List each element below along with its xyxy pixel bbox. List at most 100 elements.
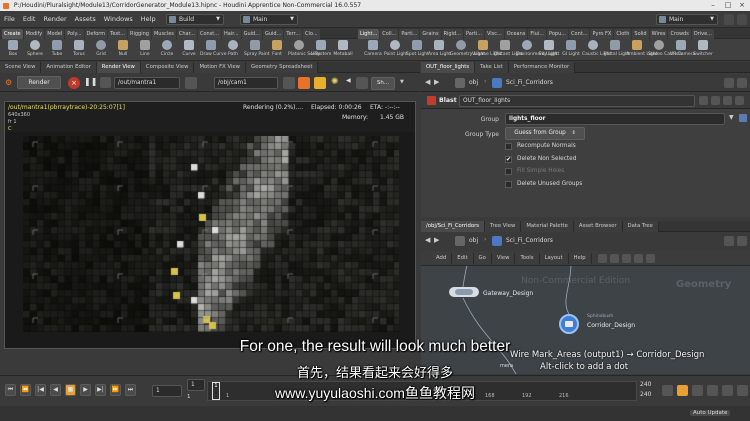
path-network[interactable]: Sci_Fi_Corridors [506,79,553,86]
shelf_right-tab-7[interactable]: Oceans [504,29,528,39]
tab-tree-view[interactable]: Tree View [485,220,522,232]
shelf_left-tool-1[interactable]: Sphere [24,40,46,60]
back-arrow-icon[interactable]: ◀ [425,236,430,244]
pause-icon[interactable]: ❚❚ [84,77,97,86]
info-icon[interactable] [723,96,732,105]
net-menu-help[interactable]: Help [568,252,592,264]
tab-asset-browser[interactable]: Asset Browser [573,220,623,232]
auto-update-button[interactable]: Auto Update [690,410,731,416]
render-button[interactable]: Render [17,76,61,89]
shelf_left-tab-14[interactable]: Clo... [303,29,320,39]
shelf_left-tab-3[interactable]: Poly... [65,29,84,39]
snapshot-button[interactable]: Sh... [371,77,395,90]
shelf_left-tab-8[interactable]: Char... [176,29,197,39]
group-menu-icon[interactable]: ▼ [729,114,734,121]
shelf_right-tab-10[interactable]: Cont... [569,29,590,39]
net-menu-edit[interactable]: Edit [452,252,474,264]
net-menu-add[interactable]: Add [431,252,453,264]
menu-edit[interactable]: Edit [19,11,40,28]
shelf_left-tab-0[interactable]: Create [2,29,23,39]
shelf_right-tab-12[interactable]: Cloth [614,29,632,39]
close-icon[interactable]: × [735,0,749,11]
light-icon[interactable]: ✺ [331,77,339,87]
group-type-dropdown[interactable]: Guess from Group ⇕ [505,127,585,140]
forward-arrow-icon[interactable]: ▶ [434,236,439,244]
chevron-down-icon[interactable]: ▼ [400,79,404,85]
menu-help[interactable]: Help [137,11,160,28]
net-tool-icon-1[interactable] [597,253,607,263]
pane-menu-icon[interactable] [737,78,747,88]
tab-composite-view[interactable]: Composite View [140,61,195,73]
desktop-dropdown-right[interactable]: Main ▼ [656,14,718,25]
tab-material-palette[interactable]: Material Palette [521,220,574,232]
select-group-icon[interactable] [739,114,747,122]
net-menu-layout[interactable]: Layout [539,252,569,264]
shelf_right-tool-12[interactable]: Ambient Light [626,40,658,60]
net-tool-icon-3[interactable] [621,253,631,263]
menu-assets[interactable]: Assets [71,11,100,28]
menu-windows[interactable]: Windows [100,11,137,28]
camera-path-field[interactable]: /obj/cam1 [214,77,278,89]
shelf_left-tab-9[interactable]: Const... [197,29,222,39]
shelf_right-tool-0[interactable]: Camera [362,40,384,60]
shelf_right-tool-13[interactable]: Stereo Camera [648,40,682,60]
back-arrow-icon[interactable]: ◀ [425,78,430,86]
minimize-icon[interactable]: – [706,0,720,11]
shelf_left-tab-5[interactable]: Text... [108,29,128,39]
desktop-dropdown-build[interactable]: Build ▼ [166,14,224,25]
shelf_left-tab-6[interactable]: Rigging [128,29,151,39]
preview-toggle-icon[interactable] [298,77,310,89]
shelf_right-tool-3[interactable]: Area Light [428,40,451,60]
shelf_left-tab-10[interactable]: Hair... [222,29,241,39]
shelf_right-tool-6[interactable]: Distant Light [494,40,523,60]
shelf_left-tab-11[interactable]: Guid... [241,29,262,39]
shelf_left-tool-3[interactable]: Torus [68,40,90,60]
shelf_right-tab-16[interactable]: Drive... [691,29,714,39]
net-menu-view[interactable]: View [491,252,516,264]
tab-scene-view[interactable]: Scene View [0,61,42,73]
checkbox-1[interactable]: ✔ [505,155,512,163]
shelf_left-tool-7[interactable]: Circle [156,40,178,60]
tab-animation-editor[interactable]: Animation Editor [41,61,97,73]
net-menu-tools[interactable]: Tools [515,252,540,264]
shelf_right-tab-5[interactable]: Parti... [463,29,484,39]
render-image[interactable] [23,136,399,332]
pane-menu-icon[interactable] [737,236,747,246]
shelf_right-tool-1[interactable]: Point Light [384,40,408,60]
shelf_left-tool-10[interactable]: Path [222,40,244,60]
shelf_right-tool-5[interactable]: Volume Light [472,40,501,60]
maximize-icon[interactable]: □ [721,0,735,11]
desktop-dropdown-main[interactable]: Main ▼ [240,14,298,25]
camera-view-icon[interactable] [356,77,368,89]
render-viewport[interactable]: /out/mantra1(pbrraytrace)-20:25:07[1] 64… [4,101,416,349]
shelf_right-tool-7[interactable]: Environment Light [516,40,557,60]
lock-param-icon[interactable] [735,96,744,105]
checkbox-3[interactable] [505,180,512,188]
pane-icon[interactable] [737,14,747,25]
stop-render-icon[interactable]: × [68,77,80,89]
net-tool-icon-2[interactable] [609,253,619,263]
shelf_left-tool-9[interactable]: Draw Curve [200,40,226,60]
net-menu-go[interactable]: Go [473,252,492,264]
shelf_left-tab-2[interactable]: Model [45,29,65,39]
menu-file[interactable]: File [0,11,19,28]
shelf_left-tool-13[interactable]: Platonic Solids [288,40,321,60]
net-path-context[interactable]: obj [469,237,478,244]
shelf_left-tool-14[interactable]: L-System [310,40,332,60]
tab-render-view[interactable]: Render View [96,61,141,73]
shelf_left-tab-7[interactable]: Muscles [151,29,176,39]
path-context[interactable]: obj [469,79,478,86]
pin-icon[interactable] [724,236,734,246]
shelf_left-tab-4[interactable]: Deform [84,29,108,39]
group-field[interactable]: lights_floor [505,113,725,125]
shelf_right-tab-4[interactable]: Rigid... [441,29,463,39]
shelf_left-tool-6[interactable]: Line [134,40,156,60]
region-icon[interactable] [100,77,111,88]
shelf_left-tab-12[interactable]: Guid... [263,29,284,39]
shelf_right-tool-2[interactable]: Spot Light [406,40,429,60]
net-tool-icon-4[interactable] [633,253,643,263]
menu-render[interactable]: Render [39,11,70,28]
camera-icon[interactable] [185,77,197,89]
gear-icon[interactable] [699,96,708,105]
net-tool-icon-5[interactable] [645,253,655,263]
